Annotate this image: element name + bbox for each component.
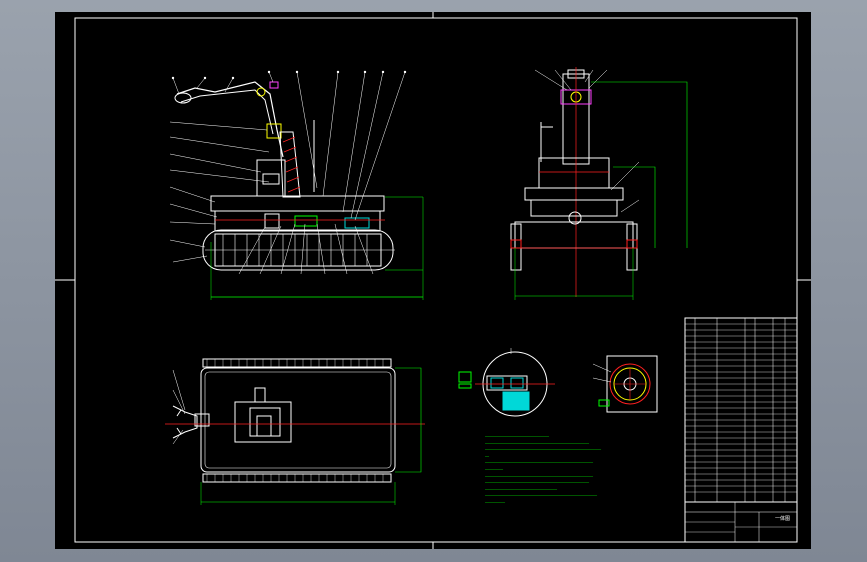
note-line-8: ________________________________________… bbox=[485, 478, 589, 484]
note-line-9: ____________________________________ bbox=[485, 484, 557, 490]
note-line-1: ________________________________ bbox=[485, 432, 549, 437]
cad-drawing: 一体图 bbox=[55, 12, 811, 549]
title-block-name: 一体图 bbox=[775, 515, 790, 522]
inner-border bbox=[74, 17, 798, 543]
parts-list-table: 一体图 bbox=[684, 317, 798, 543]
detail-view-2 bbox=[592, 355, 658, 413]
note-line-5: ________________________________________… bbox=[485, 458, 593, 464]
drawing-sheet[interactable]: 一体图 ________________________________ ___… bbox=[55, 12, 811, 549]
side-view bbox=[510, 67, 688, 300]
note-line-3: ________________________________________… bbox=[485, 445, 601, 451]
note-line-4: __ bbox=[485, 451, 489, 457]
note-line-6: _________ bbox=[485, 464, 503, 470]
note-line-10: ________________________________________… bbox=[485, 491, 597, 497]
front-view bbox=[169, 70, 424, 300]
note-line-7: ________________________________________… bbox=[485, 471, 593, 477]
note-line-11: __________ bbox=[485, 497, 505, 503]
top-view bbox=[165, 358, 425, 505]
technical-requirements-notes: ________________________________ _______… bbox=[485, 432, 670, 505]
note-line-2: ________________________________________… bbox=[485, 438, 589, 444]
detail-view-1 bbox=[458, 348, 555, 417]
